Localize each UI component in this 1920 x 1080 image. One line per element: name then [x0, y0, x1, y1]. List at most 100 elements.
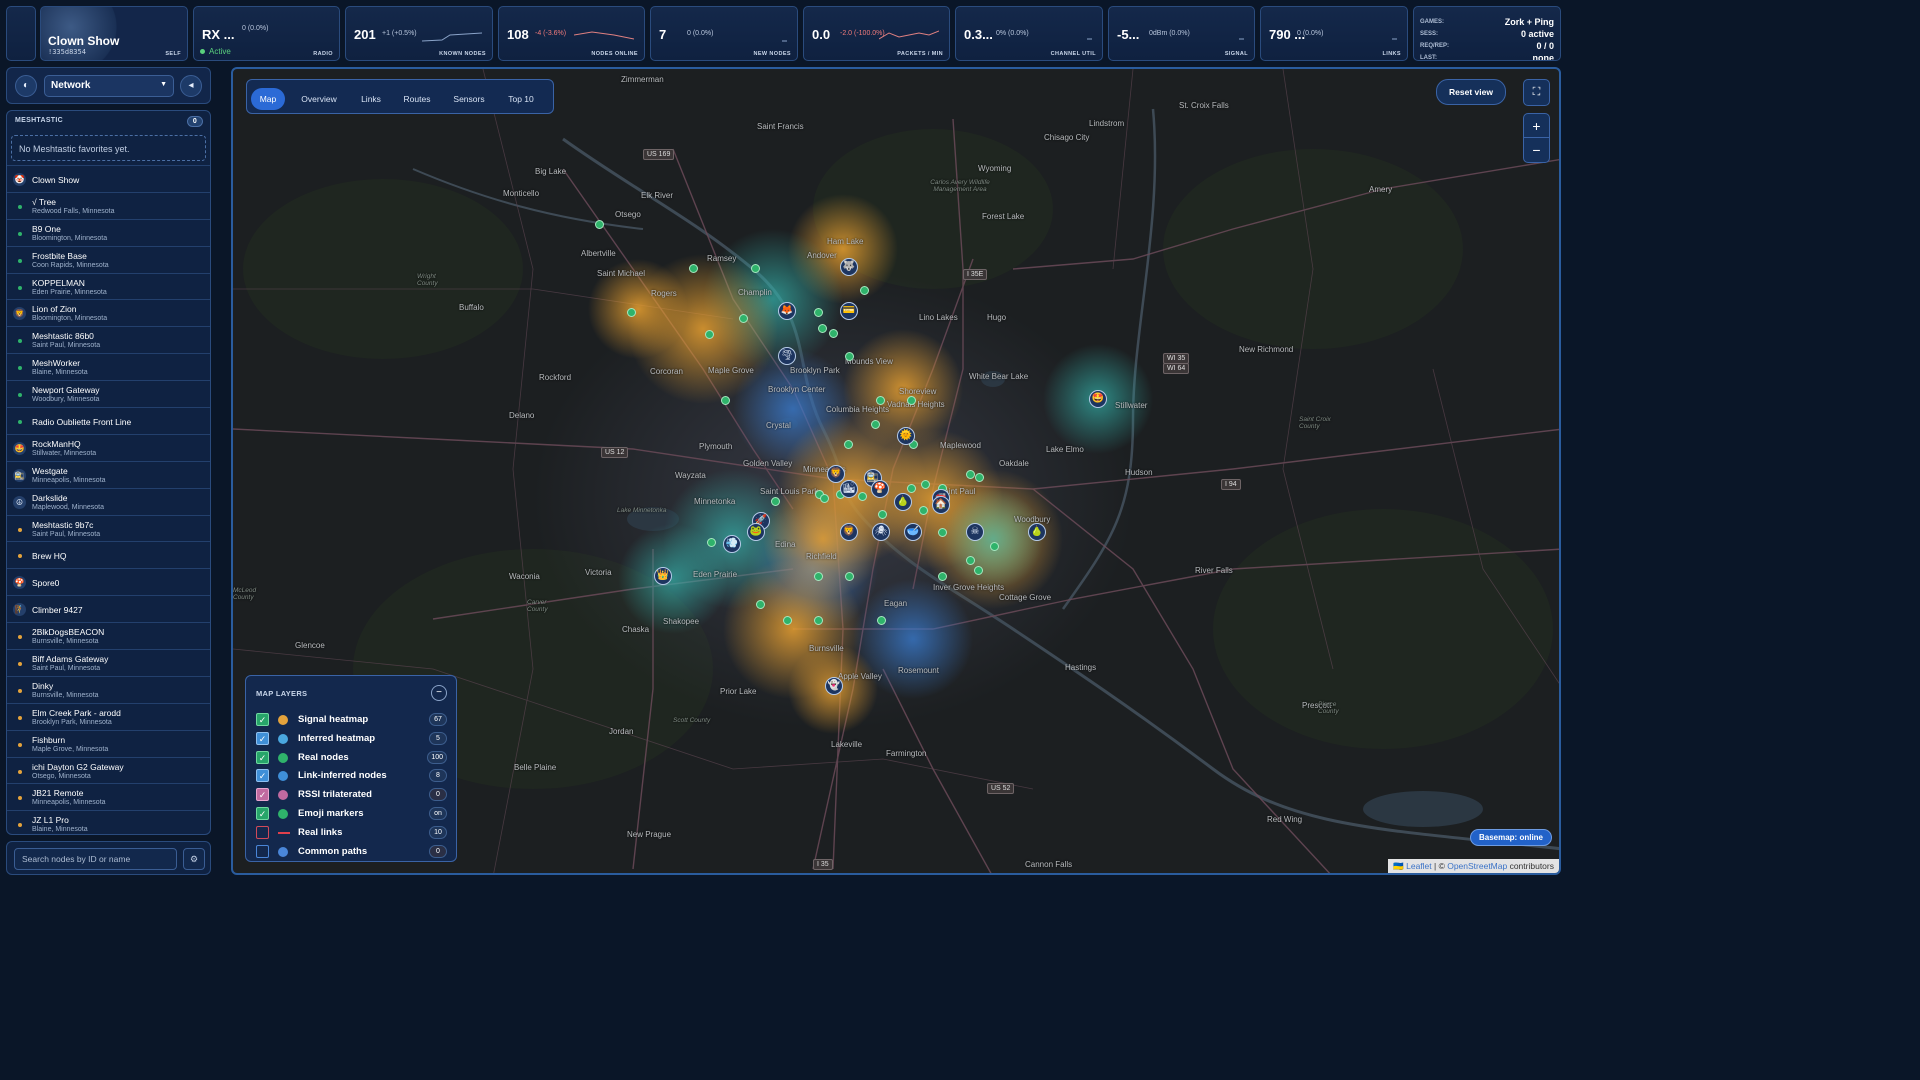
- node-dot[interactable]: [974, 472, 984, 482]
- osm-link[interactable]: OpenStreetMap: [1447, 861, 1507, 871]
- node-list-item[interactable]: Dinky Burnsville, Minnesota: [7, 675, 210, 703]
- node-dot[interactable]: [813, 307, 823, 317]
- crown-icon[interactable]: 👑: [654, 567, 672, 585]
- node-dot[interactable]: [738, 313, 748, 323]
- node-list-item[interactable]: 🤩 RockManHQ Stillwater, Minnesota: [7, 433, 210, 461]
- stat-tile-chutil[interactable]: 0.3... 0% (0.0%) CHANNEL UTIL: [955, 6, 1103, 61]
- leaflet-link[interactable]: Leaflet: [1406, 861, 1432, 871]
- tab-map[interactable]: Map: [251, 88, 285, 110]
- skull-icon[interactable]: ☠: [966, 523, 984, 541]
- spider-icon[interactable]: 🕷: [872, 523, 890, 541]
- pear-icon[interactable]: 🍐: [894, 493, 912, 511]
- node-dot[interactable]: [906, 395, 916, 405]
- tab-routes[interactable]: Routes: [395, 88, 439, 110]
- layer-checkbox[interactable]: ✓: [256, 731, 269, 745]
- node-dot[interactable]: [965, 555, 975, 565]
- network-select[interactable]: Network ▼: [44, 75, 174, 97]
- node-list-item[interactable]: 🦁 Lion of Zion Bloomington, Minnesota: [7, 299, 210, 326]
- fox-icon[interactable]: 🦊: [778, 302, 796, 320]
- node-dot[interactable]: [973, 565, 983, 575]
- node-list-item[interactable]: JZ L1 Pro Blaine, Minnesota: [7, 810, 210, 834]
- node-dot[interactable]: [720, 395, 730, 405]
- node-dot[interactable]: [906, 483, 916, 493]
- node-dot[interactable]: [844, 571, 854, 581]
- layer-row[interactable]: ✓ Signal heatmap 67: [256, 713, 447, 727]
- stat-tile-links[interactable]: 790 ... 0 (0.0%) LINKS: [1260, 6, 1408, 61]
- node-list-item[interactable]: √ Tree Redwood Falls, Minnesota: [7, 191, 210, 219]
- node-list-item[interactable]: 🧗 Climber 9427: [7, 595, 210, 622]
- tab-top-10[interactable]: Top 10: [500, 88, 542, 110]
- tab-links[interactable]: Links: [353, 88, 389, 110]
- node-list-item[interactable]: Radio Oubliette Front Line: [7, 407, 210, 434]
- layer-checkbox[interactable]: ✓: [256, 750, 269, 764]
- menu-tile[interactable]: [6, 6, 36, 61]
- node-dot[interactable]: [918, 505, 928, 515]
- node-list-item[interactable]: Brew HQ: [7, 541, 210, 568]
- stat-tile-known[interactable]: 201 +1 (+0.5%) KNOWN NODES: [345, 6, 493, 61]
- layer-checkbox[interactable]: [256, 844, 269, 858]
- node-list-item[interactable]: ichi Dayton G2 Gateway Otsego, Minnesota: [7, 756, 210, 784]
- star-struck-icon[interactable]: 🤩: [1089, 390, 1107, 408]
- node-dot[interactable]: [870, 419, 880, 429]
- map-view[interactable]: Zimmerman Saint Francis Big Lake Elk River M…: [231, 67, 1561, 875]
- sun-icon[interactable]: 🌞: [897, 427, 915, 445]
- node-dot[interactable]: [844, 351, 854, 361]
- layer-row[interactable]: ✓ Inferred heatmap 5: [256, 731, 447, 746]
- self-node-tile[interactable]: Clown Show !335d8354 SELF: [40, 6, 188, 61]
- zoom-in-button[interactable]: +: [1524, 114, 1549, 138]
- node-dot[interactable]: [859, 285, 869, 295]
- node-dot[interactable]: [965, 469, 975, 479]
- node-list-item[interactable]: 🚉 Westgate Minneapolis, Minnesota: [7, 460, 210, 488]
- layer-checkbox[interactable]: [256, 825, 269, 839]
- node-list-item[interactable]: JB21 Remote Minneapolis, Minnesota: [7, 783, 210, 810]
- reset-view-button[interactable]: Reset view: [1436, 79, 1506, 105]
- tab-overview[interactable]: Overview: [291, 88, 347, 110]
- node-dot[interactable]: [626, 307, 636, 317]
- wolf-icon[interactable]: 🐺: [840, 258, 858, 276]
- node-dot[interactable]: [770, 496, 780, 506]
- zoom-out-button[interactable]: −: [1524, 138, 1549, 162]
- search-settings-icon[interactable]: ⚙: [183, 848, 205, 870]
- tab-sensors[interactable]: Sensors: [444, 88, 494, 110]
- lion-icon[interactable]: 🦁: [827, 465, 845, 483]
- layer-row[interactable]: Real links 10: [256, 825, 447, 840]
- node-list-item[interactable]: Meshtastic 86b0 Saint Paul, Minnesota: [7, 326, 210, 353]
- node-dot[interactable]: [857, 491, 867, 501]
- tornado-icon[interactable]: 🌪: [778, 347, 796, 365]
- stat-tile-signal[interactable]: -5... 0dBm (0.0%) SIGNAL: [1108, 6, 1255, 61]
- layer-row[interactable]: ✓ Link-inferred nodes 8: [256, 769, 447, 783]
- node-dot[interactable]: [843, 439, 853, 449]
- stat-tile-packets[interactable]: 0.0 -2.0 (-100.0%) PACKETS / MIN: [803, 6, 950, 61]
- layer-checkbox[interactable]: ✓: [256, 713, 269, 726]
- node-list-item[interactable]: Elm Creek Park - arodd Brooklyn Park, Min…: [7, 702, 210, 730]
- theme-toggle-icon[interactable]: ◐: [15, 75, 37, 97]
- layer-checkbox[interactable]: ✓: [256, 769, 269, 783]
- node-list-item[interactable]: Biff Adams Gateway Saint Paul, Minnesota: [7, 649, 210, 676]
- node-dot[interactable]: [706, 537, 716, 547]
- stat-tile-radio[interactable]: RX ... 0 (0.0%) RADIO Active: [193, 6, 340, 61]
- node-dot[interactable]: [937, 527, 947, 537]
- bowl-icon[interactable]: 🥣: [904, 523, 922, 541]
- collapse-sidebar-icon[interactable]: ◂: [180, 75, 202, 97]
- node-dot[interactable]: [688, 263, 698, 273]
- ghost-icon[interactable]: 👻: [825, 677, 843, 695]
- fullscreen-icon[interactable]: ⛶: [1523, 79, 1550, 106]
- lion-icon[interactable]: 🦁: [840, 523, 858, 541]
- node-dot[interactable]: [750, 263, 760, 273]
- node-dot[interactable]: [877, 509, 887, 519]
- node-dot[interactable]: [755, 599, 765, 609]
- node-dot[interactable]: [817, 323, 827, 333]
- card-icon[interactable]: 💳: [840, 302, 858, 320]
- node-list-item[interactable]: Newport Gateway Woodbury, Minnesota: [7, 380, 210, 407]
- node-dot[interactable]: [828, 328, 838, 338]
- node-list-item[interactable]: 2BlkDogsBEACON Burnsville, Minnesota: [7, 622, 210, 649]
- node-dot[interactable]: [704, 329, 714, 339]
- layer-row[interactable]: ✓ RSSI trilaterated 0: [256, 788, 447, 802]
- node-dot[interactable]: [813, 615, 823, 625]
- node-list-item[interactable]: Meshtastic 9b7c Saint Paul, Minnesota: [7, 514, 210, 542]
- frog-icon[interactable]: 🐸: [747, 523, 765, 541]
- city-icon[interactable]: 🏙: [840, 480, 858, 498]
- node-list-item[interactable]: KOPPELMAN Eden Prairie, Minnesota: [7, 272, 210, 300]
- house-icon[interactable]: 🏠: [932, 496, 950, 514]
- node-dot[interactable]: [875, 395, 885, 405]
